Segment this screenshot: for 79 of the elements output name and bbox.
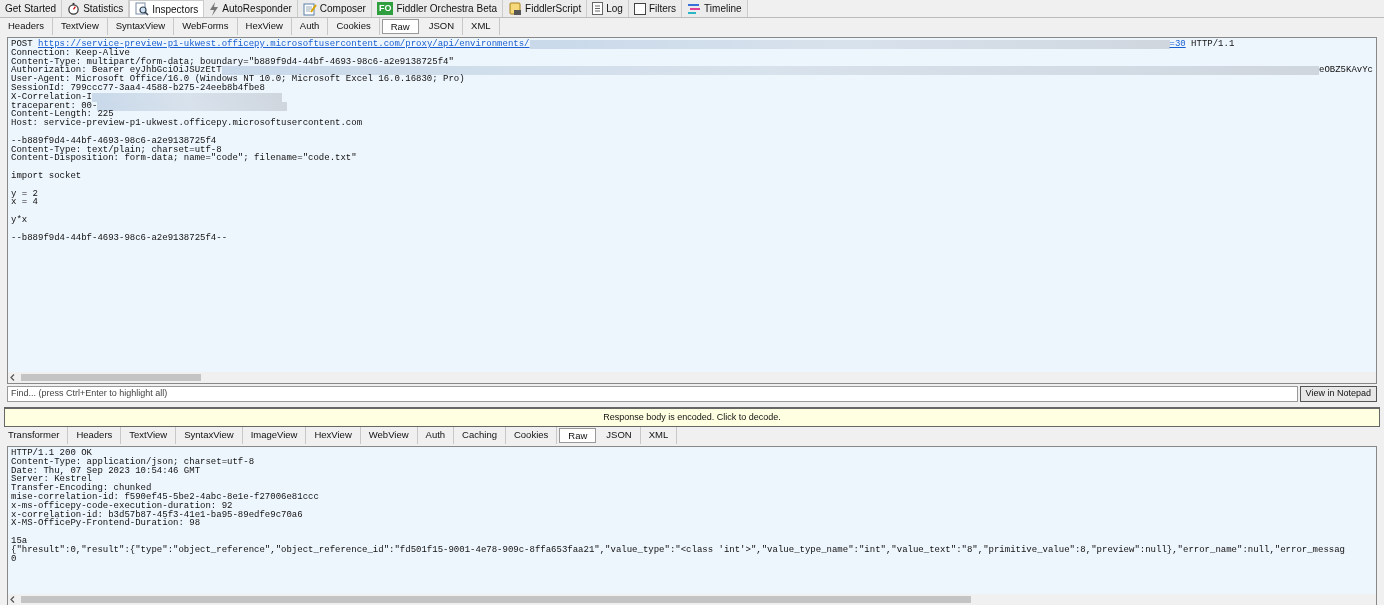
view-tab[interactable]: Auth bbox=[417, 427, 455, 444]
main-tab[interactable]: AutoResponder bbox=[204, 0, 298, 17]
magnifier-icon bbox=[135, 2, 150, 16]
main-tab[interactable]: Inspectors bbox=[129, 0, 205, 17]
badge-icon: FO bbox=[376, 2, 394, 15]
view-in-notepad-button[interactable]: View in Notepad bbox=[1299, 386, 1377, 402]
scroll-left-icon[interactable] bbox=[10, 374, 15, 381]
horizontal-scrollbar[interactable] bbox=[8, 594, 1376, 605]
stopwatch-icon bbox=[67, 2, 81, 15]
request-line: Content-Disposition: form-data; name="code"; filename="code.txt" bbox=[11, 154, 357, 164]
main-tab[interactable]: Timeline bbox=[682, 0, 748, 17]
view-tab[interactable]: Transformer bbox=[0, 427, 69, 444]
view-tab[interactable]: Raw bbox=[559, 428, 597, 443]
view-tab[interactable]: HexView bbox=[306, 427, 361, 444]
view-tab[interactable]: TextView bbox=[121, 427, 177, 444]
request-line: y = 2 bbox=[11, 189, 38, 199]
scroll-icon bbox=[508, 1, 523, 16]
request-line: Connection: Keep-Alive bbox=[11, 48, 130, 58]
request-line: --b889f9d4-44bf-4693-98c6-a2e9138725f4-- bbox=[11, 233, 228, 243]
response-line: 15a bbox=[11, 535, 28, 546]
request-line: X-Correlation-I bbox=[11, 92, 92, 102]
response-line: 0 bbox=[11, 553, 17, 564]
url-link[interactable]: https://service-preview-p1-ukwest.officepy.microsoftusercontent.com/proxy/api/environments/ bbox=[38, 40, 530, 49]
view-tab[interactable]: Auth bbox=[291, 18, 329, 35]
view-tab[interactable]: JSON bbox=[598, 427, 641, 444]
view-tab[interactable]: WebView bbox=[360, 427, 418, 444]
decode-notice-bar[interactable]: Response body is encoded. Click to decode. bbox=[4, 407, 1380, 427]
view-tab[interactable]: WebForms bbox=[174, 18, 238, 35]
main-tab[interactable]: FO Fiddler Orchestra Beta bbox=[371, 0, 504, 17]
request-line: --b889f9d4-44bf-4693-98c6-a2e9138725f4 bbox=[11, 136, 217, 146]
response-line: X-MS-OfficePy-Frontend-Duration: 98 bbox=[11, 518, 201, 529]
view-tab[interactable]: TextView bbox=[52, 18, 108, 35]
notepad-icon bbox=[302, 1, 317, 16]
request-line: SessionId: 799ccc77-3aa4-4588-b275-24eeb8b4fbe8 bbox=[11, 84, 265, 93]
response-line: HTTP/1.1 200 OK bbox=[11, 448, 92, 458]
request-line: x = 4 bbox=[11, 198, 38, 208]
main-tab[interactable]: Log bbox=[587, 0, 629, 17]
main-tab[interactable]: Filters bbox=[628, 0, 683, 17]
main-tab[interactable]: Composer bbox=[297, 0, 372, 17]
view-tab[interactable]: Headers bbox=[68, 427, 122, 444]
response-line: Content-Type: application/json; charset=utf-8 bbox=[11, 456, 255, 467]
view-tab[interactable]: Raw bbox=[381, 19, 419, 34]
view-tab[interactable]: JSON bbox=[420, 18, 464, 35]
response-line: x-ms-officepy-code-execution-duration: 92 bbox=[11, 500, 233, 511]
find-field[interactable]: Find... (press Ctrl+Enter to highlight all) bbox=[7, 386, 1298, 402]
view-tab[interactable]: Cookies bbox=[328, 18, 380, 35]
response-line: mise-correlation-id: f590ef45-5be2-4abc-8e1e-f27006e81ccc bbox=[11, 492, 319, 502]
scroll-left-icon[interactable] bbox=[10, 596, 15, 603]
scrollbar-thumb[interactable] bbox=[21, 374, 201, 381]
response-line: Date: Thu, 07 Sep 2023 10:54:46 GMT bbox=[11, 465, 201, 476]
url-link[interactable]: =30 bbox=[1169, 40, 1186, 49]
request-line: import socket bbox=[11, 171, 82, 181]
document-icon bbox=[592, 2, 604, 15]
checkbox-icon bbox=[633, 2, 646, 15]
view-tab[interactable]: SyntaxView bbox=[176, 427, 243, 444]
request-line: User-Agent: Microsoft Office/16.0 (Windows NT 10.0; Microsoft Excel 16.0.16830; Pro) bbox=[11, 75, 465, 84]
main-tab[interactable]: Get Started bbox=[0, 0, 63, 17]
view-tab[interactable]: Headers bbox=[0, 18, 53, 35]
lightning-icon bbox=[209, 1, 220, 16]
view-tab[interactable]: Cookies bbox=[505, 427, 558, 444]
request-line: y*x bbox=[11, 215, 28, 225]
request-line: HTTP/1.1 bbox=[1190, 40, 1235, 49]
horizontal-scrollbar[interactable] bbox=[8, 372, 1376, 383]
view-tab[interactable]: SyntaxView bbox=[107, 18, 175, 35]
main-tab[interactable]: FiddlerScript bbox=[503, 0, 588, 17]
view-tab[interactable]: HexView bbox=[237, 18, 292, 35]
request-line: eOBZ5KAvYc bbox=[1319, 66, 1373, 76]
request-line: Content-Type: multipart/form-data; boundary="b889f9d4-44bf-4693-98c6-a2e9138725f4" bbox=[11, 57, 454, 67]
main-tab[interactable]: Statistics bbox=[62, 0, 130, 17]
view-tab[interactable]: XML bbox=[640, 427, 678, 444]
scrollbar-thumb[interactable] bbox=[21, 596, 971, 603]
request-line: Content-Length: 225 bbox=[11, 110, 114, 120]
timeline-icon bbox=[687, 2, 702, 15]
view-tab[interactable]: XML bbox=[463, 18, 500, 35]
response-line: {"hresult":0,"result":{"type":"object_reference","object_reference_id":"fd501f15-9001-4e78-909c-8ffa653faa21","value_type":"<class 'int'>","value_type_name":"int","value_text":"8","primitive_value":8,"preview":null},"error_name":null,"error_messag bbox=[11, 544, 1346, 555]
view-tab[interactable]: ImageView bbox=[242, 427, 307, 444]
request-line: POST bbox=[11, 40, 33, 49]
request-line: Host: service-preview-p1-ukwest.officepy.microsoftusercontent.com bbox=[11, 119, 363, 128]
view-tab[interactable]: Caching bbox=[454, 427, 506, 444]
